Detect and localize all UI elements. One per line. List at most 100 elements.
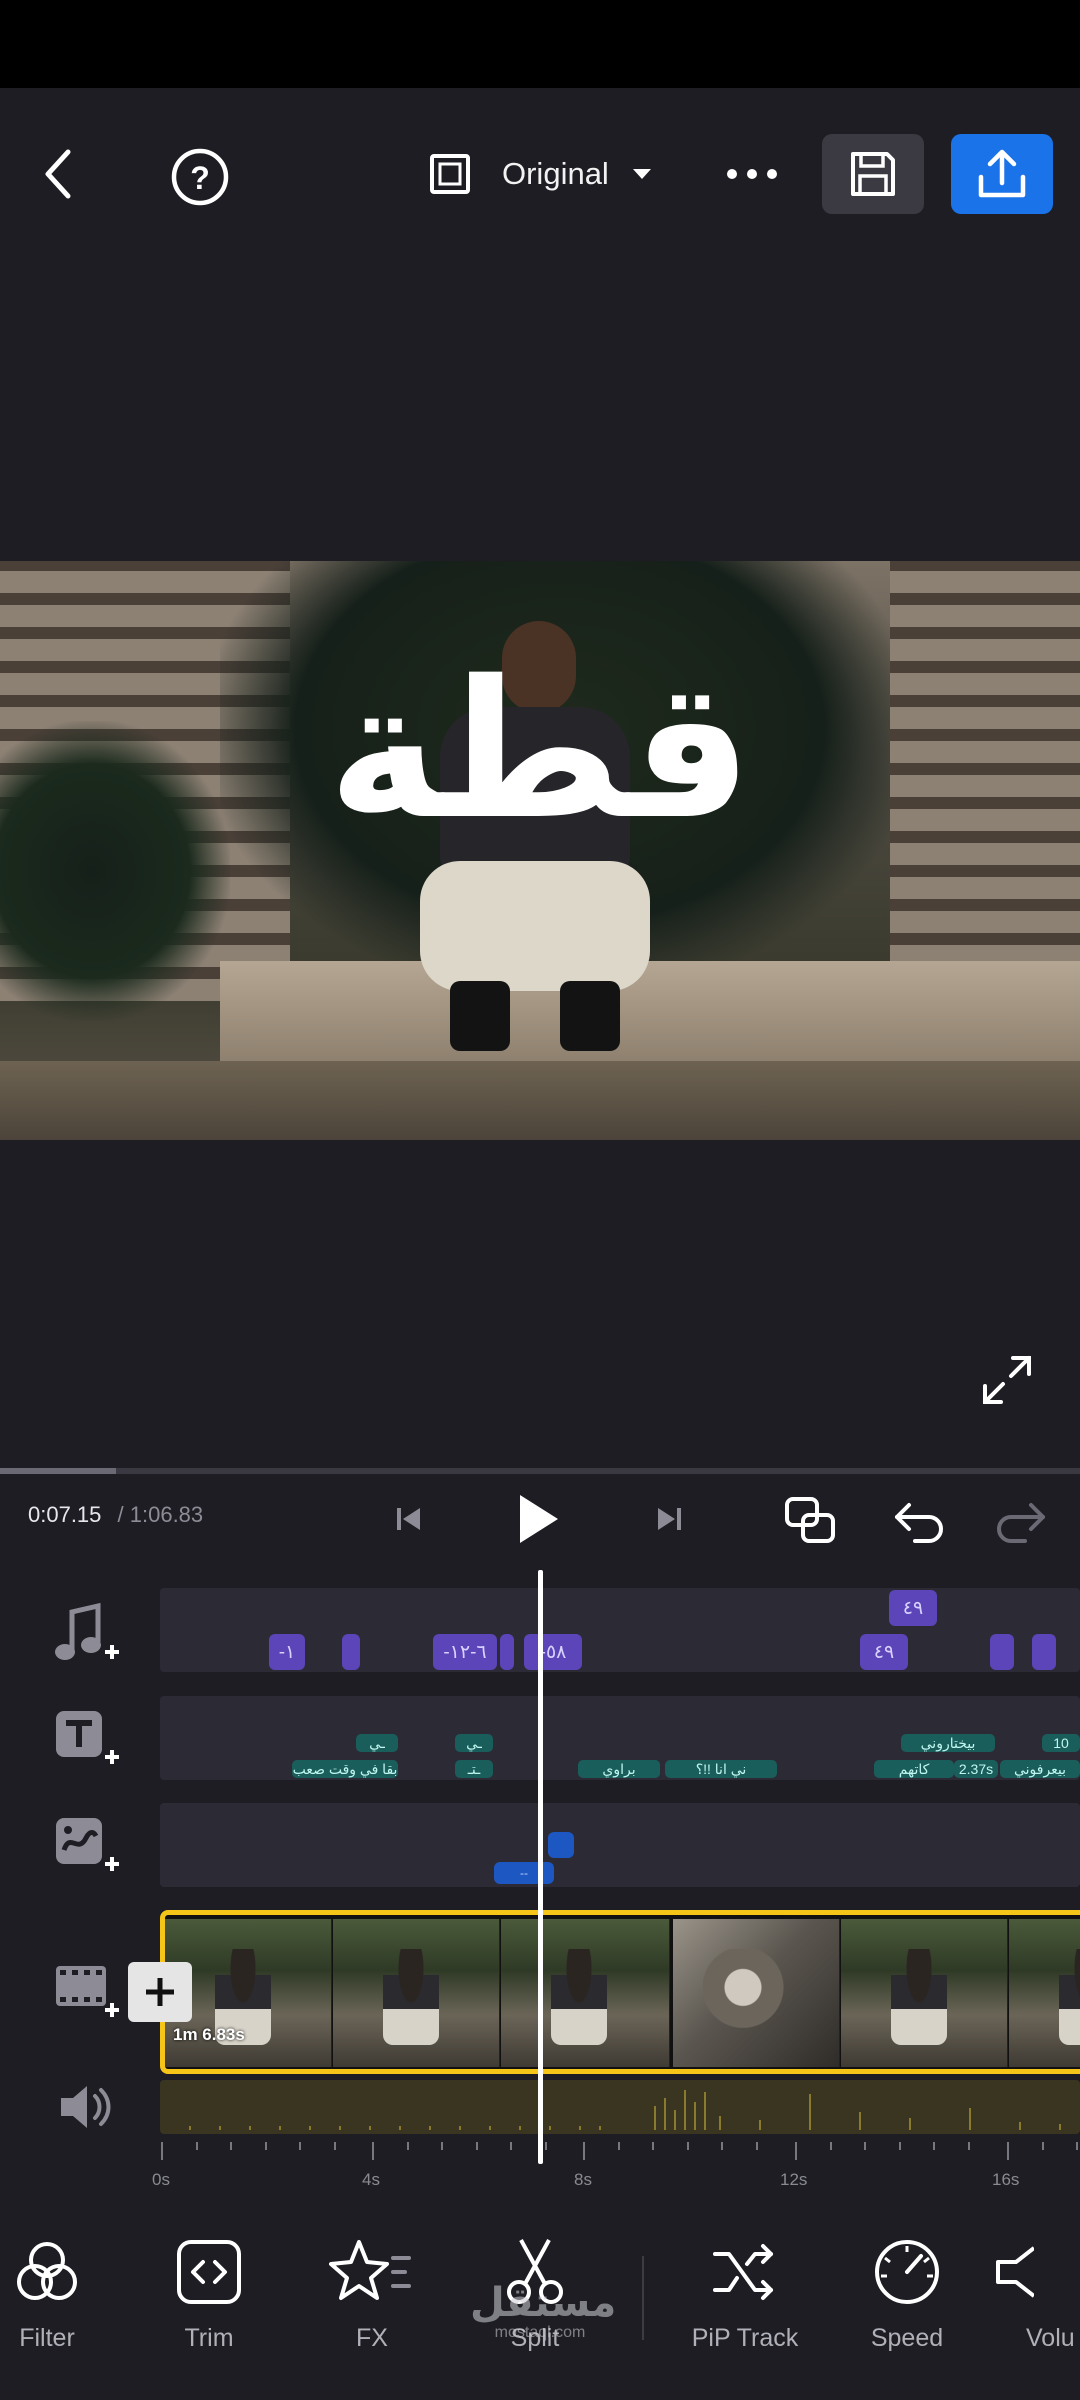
text-clip[interactable]: كاتهم <box>874 1760 954 1778</box>
speedometer-icon <box>875 2240 939 2304</box>
help-icon: ? <box>171 148 229 206</box>
export-icon <box>978 149 1026 198</box>
music-add-icon <box>55 1602 119 1660</box>
add-text-button[interactable] <box>48 1705 122 1775</box>
sticker-track-lane[interactable] <box>160 1803 1080 1887</box>
save-button[interactable] <box>822 134 924 214</box>
current-time: 0:07.15 / 1:06.83 <box>28 1502 204 1527</box>
playhead[interactable] <box>538 1570 543 2164</box>
audio-clip[interactable]: ٤٩ <box>860 1634 908 1670</box>
back-button[interactable] <box>30 142 86 206</box>
help-button[interactable]: ? <box>168 145 232 209</box>
add-sticker-button[interactable] <box>48 1812 122 1882</box>
back-icon <box>45 149 71 199</box>
trim-icon <box>177 2240 241 2304</box>
more-button[interactable] <box>722 150 782 198</box>
skip-forward-button[interactable] <box>650 1500 688 1538</box>
fx-label: FX <box>356 2324 388 2352</box>
audio-waveform <box>189 2090 1061 2130</box>
layers-icon <box>785 1497 835 1543</box>
speed-tool[interactable]: Speed <box>832 2236 982 2353</box>
trim-label: Trim <box>184 2324 234 2352</box>
timeline-ruler[interactable] <box>160 2140 1080 2164</box>
aspect-ratio-selector[interactable]: Original <box>428 146 668 202</box>
video-duration-label: 1m 6.83s <box>173 2025 245 2044</box>
skip-back-icon <box>397 1508 420 1530</box>
shuffle-icon <box>713 2244 773 2300</box>
audio-clip[interactable]: -٦-١٢ <box>433 1634 497 1670</box>
playback-progress-track[interactable] <box>0 1468 1080 1474</box>
audio-clip[interactable] <box>342 1634 360 1670</box>
fullscreen-button[interactable] <box>975 1348 1039 1412</box>
ruler-label: 0s <box>152 2170 170 2189</box>
ruler-label: 8s <box>574 2170 592 2189</box>
aspect-label: Original <box>502 156 609 191</box>
fx-tool[interactable]: FX <box>297 2236 447 2353</box>
audio-waveform-lane[interactable] <box>160 2080 1080 2134</box>
add-music-button[interactable] <box>48 1600 122 1670</box>
text-add-icon <box>56 1711 119 1764</box>
play-icon <box>520 1495 558 1543</box>
aspect-icon <box>430 154 470 194</box>
chevron-down-icon <box>632 169 651 179</box>
volume-label: Volu <box>1026 2324 1075 2352</box>
add-clip-button[interactable] <box>128 1962 192 2022</box>
audio-clip[interactable]: -١ <box>269 1634 305 1670</box>
volume-icon <box>996 2246 1034 2298</box>
fullscreen-icon <box>983 1356 1031 1404</box>
fx-star-icon <box>329 2240 411 2300</box>
skip-forward-icon <box>658 1508 681 1530</box>
audio-clip[interactable] <box>990 1634 1014 1670</box>
pip-track-tool[interactable]: PiP Track <box>670 2236 820 2353</box>
more-icon <box>727 169 777 179</box>
sticker-clip[interactable]: -- <box>494 1862 554 1884</box>
export-button[interactable] <box>951 134 1053 214</box>
text-clip[interactable] <box>642 1760 660 1778</box>
text-clip[interactable]: ـتـ <box>455 1760 493 1778</box>
video-preview[interactable]: قطة <box>0 561 1080 1140</box>
toolbar-divider <box>642 2256 644 2340</box>
redo-button[interactable] <box>990 1490 1052 1552</box>
preview-tree-left <box>0 721 230 1021</box>
video-add-icon <box>56 1966 119 2017</box>
layers-button[interactable] <box>780 1490 842 1552</box>
video-track[interactable]: 1m 6.83s <box>160 1910 1080 2074</box>
filter-icon <box>17 2242 77 2300</box>
audio-clip[interactable]: ٤٩ <box>889 1590 937 1626</box>
text-clip[interactable]: ني انا !!؟ <box>665 1760 777 1778</box>
text-clip-duration: 2.37s <box>954 1760 998 1778</box>
filter-label: Filter <box>19 2324 75 2352</box>
volume-tool[interactable]: Volu <box>994 2236 1080 2353</box>
filter-tool[interactable]: Filter <box>0 2236 122 2353</box>
text-clip[interactable]: بقا في وقت صعب <box>292 1760 398 1778</box>
ruler-label: 16s <box>992 2170 1020 2189</box>
ruler-label: 12s <box>780 2170 808 2189</box>
redo-icon <box>997 1503 1045 1543</box>
sticker-add-icon <box>56 1818 119 1871</box>
save-icon <box>851 152 895 196</box>
speaker-icon <box>61 2086 111 2128</box>
video-thumbnail <box>333 1919 500 2067</box>
skip-back-button[interactable] <box>390 1500 428 1538</box>
audio-clip[interactable] <box>1032 1634 1056 1670</box>
text-clip[interactable]: ـي <box>455 1734 493 1752</box>
video-thumbnail <box>1009 1919 1080 2067</box>
undo-button[interactable] <box>888 1490 950 1552</box>
play-button[interactable] <box>508 1486 568 1552</box>
trim-tool[interactable]: Trim <box>134 2236 284 2353</box>
total-time: / 1:06.83 <box>117 1502 204 1527</box>
playback-progress-fill <box>0 1468 116 1474</box>
overlay-title[interactable]: قطة <box>250 651 830 851</box>
text-clip[interactable]: بيعرفوني <box>1000 1760 1080 1778</box>
pip-track-label: PiP Track <box>691 2324 799 2352</box>
text-clip[interactable]: ـي <box>356 1734 398 1752</box>
video-thumbnail <box>841 1919 1008 2067</box>
preview-ground <box>0 1061 1080 1140</box>
audio-clip[interactable] <box>500 1634 514 1670</box>
text-clip[interactable]: 10 <box>1042 1734 1080 1752</box>
sticker-clip[interactable] <box>548 1832 574 1858</box>
text-clip[interactable]: بيختاروني <box>901 1734 995 1752</box>
audio-clip[interactable]: -٥٨ <box>524 1634 582 1670</box>
add-video-button[interactable] <box>48 1958 122 2028</box>
volume-track-button[interactable] <box>48 2072 122 2142</box>
